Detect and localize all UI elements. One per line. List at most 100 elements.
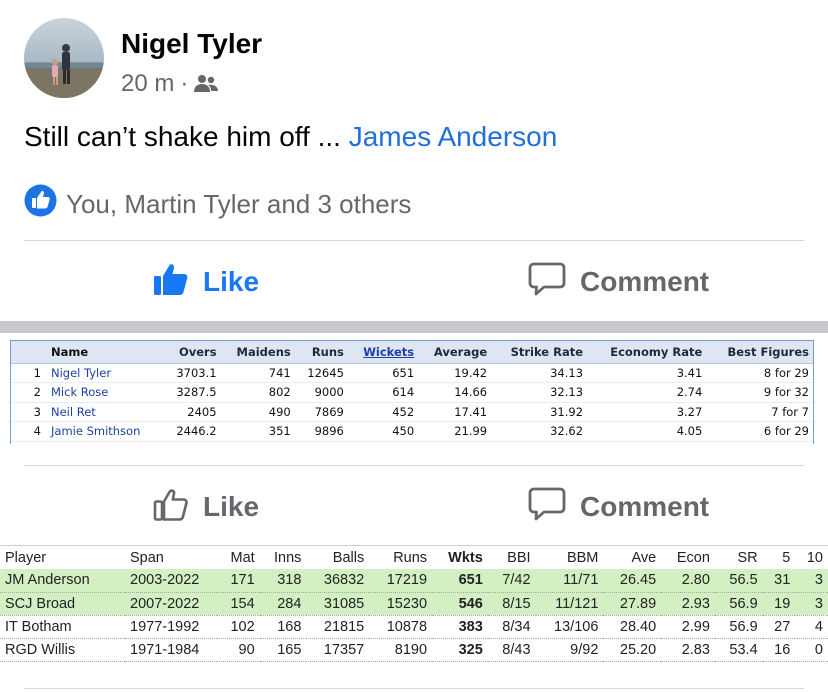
- cell-10w: 0: [795, 638, 828, 662]
- reactions-text[interactable]: You, Martin Tyler and 3 others: [66, 189, 411, 220]
- col-name: Name: [11, 341, 164, 364]
- cell-economy: 3.41: [587, 363, 707, 383]
- table-row: 3 Neil Ret 2405 490 7869 452 17.41 31.92…: [11, 402, 813, 422]
- post-text: Still can’t shake him off ... James Ande…: [24, 121, 557, 153]
- comment-button[interactable]: Comment: [528, 479, 709, 535]
- cell-best: 6 for 29: [706, 421, 813, 442]
- like-button[interactable]: Like: [153, 479, 259, 535]
- cell-runs: 17219: [369, 569, 433, 593]
- cell-rank: 1: [11, 363, 47, 383]
- meta-separator: ·: [180, 70, 189, 97]
- comment-button[interactable]: Comment: [528, 254, 709, 310]
- friends-icon: [194, 74, 219, 94]
- cell-mat: 154: [217, 592, 260, 616]
- cell-mat: 171: [217, 569, 260, 593]
- cell-overs: 2446.2: [163, 421, 221, 442]
- cell-runs: 9000: [294, 382, 348, 403]
- cell-economy: 4.05: [587, 421, 707, 442]
- post-actions-secondary: Like Comment: [0, 479, 828, 535]
- cell-wickets: 452: [347, 402, 419, 422]
- col-span: Span: [130, 549, 164, 566]
- cell-span: 1977-1992: [125, 615, 217, 639]
- post-header: Nigel Tyler 20 m ·: [24, 18, 804, 98]
- bowling-stats-table-2: Player Span Mat Inns Balls Runs Wkts BBI…: [0, 545, 828, 675]
- col-economy-rate: Economy Rate: [587, 341, 707, 364]
- cell-sr: 56.9: [714, 615, 763, 639]
- table-header-row: Name Overs Maidens Runs Wickets Average …: [11, 341, 813, 364]
- cell-bbm: 13/106: [535, 615, 604, 639]
- cell-balls: 21815: [306, 615, 370, 639]
- cell-wickets: 614: [347, 382, 419, 403]
- cell-player: IT Botham: [0, 615, 125, 639]
- post-actions: Like Comment: [0, 254, 828, 310]
- cell-ave: 25.20: [603, 638, 662, 662]
- cell-runs: 9896: [294, 421, 348, 442]
- cell-player: Nigel Tyler: [47, 363, 164, 383]
- reactions-summary[interactable]: You, Martin Tyler and 3 others: [24, 184, 411, 224]
- comment-bubble-icon: [528, 486, 566, 529]
- cell-ave: 27.89: [603, 592, 662, 616]
- cell-rank: 3: [11, 402, 47, 422]
- cell-5w: 27: [762, 615, 796, 639]
- cell-bbm: 11/121: [535, 592, 604, 616]
- cell-bbi: 8/43: [487, 638, 536, 662]
- cell-wkts: 383: [432, 615, 488, 639]
- cell-mat: 90: [217, 638, 260, 662]
- col-average: Average: [418, 341, 492, 364]
- cell-econ: 2.80: [661, 569, 715, 593]
- cell-5w: 16: [762, 638, 796, 662]
- avatar[interactable]: [24, 18, 104, 98]
- post-body-text: Still can’t shake him off ...: [24, 121, 349, 152]
- cell-best: 8 for 29: [706, 363, 813, 383]
- col-mat: Mat: [230, 549, 255, 566]
- cell-balls: 31085: [306, 592, 370, 616]
- cell-runs: 8190: [369, 638, 433, 662]
- cell-overs: 3703.1: [163, 363, 221, 383]
- table-row: RGD Willis 1971-1984 90 165 17357 8190 3…: [0, 638, 828, 662]
- cell-econ: 2.99: [661, 615, 715, 639]
- col-balls: Balls: [332, 549, 365, 566]
- cell-10w: 3: [795, 592, 828, 616]
- col-5: 5: [782, 549, 791, 566]
- author-name[interactable]: Nigel Tyler: [121, 28, 262, 60]
- cell-player: SCJ Broad: [0, 592, 125, 616]
- cell-inns: 168: [259, 615, 307, 639]
- cell-5w: 31: [762, 569, 796, 593]
- cell-sr: 56.5: [714, 569, 763, 593]
- col-ave: Ave: [631, 549, 657, 566]
- cell-ave: 28.40: [603, 615, 662, 639]
- col-runs: Runs: [294, 341, 348, 364]
- col-wickets: Wickets: [347, 341, 419, 364]
- cell-10w: 3: [795, 569, 828, 593]
- cell-best: 9 for 32: [706, 382, 813, 403]
- cell-econ: 2.83: [661, 638, 715, 662]
- col-bbm: BBM: [566, 549, 599, 566]
- cell-10w: 4: [795, 615, 828, 639]
- cell-sr: 53.4: [714, 638, 763, 662]
- mention-link[interactable]: James Anderson: [349, 121, 558, 152]
- cell-player: Jamie Smithson: [47, 421, 164, 442]
- col-10: 10: [806, 549, 823, 566]
- table-header-row: Player Span Mat Inns Balls Runs Wkts BBI…: [0, 546, 828, 569]
- bowling-stats-table-1: Name Overs Maidens Runs Wickets Average …: [10, 340, 814, 444]
- comment-label: Comment: [580, 266, 710, 297]
- col-best-figures: Best Figures: [706, 341, 813, 364]
- divider: [24, 240, 804, 241]
- cell-span: 1971-1984: [125, 638, 217, 662]
- cell-wickets: 450: [347, 421, 419, 442]
- col-bbi: BBI: [507, 549, 531, 566]
- col-sr: SR: [737, 549, 758, 566]
- post-time[interactable]: 20 m: [121, 70, 174, 98]
- col-maidens: Maidens: [220, 341, 295, 364]
- table-row: JM Anderson 2003-2022 171 318 36832 1721…: [0, 569, 828, 593]
- table-row: 4 Jamie Smithson 2446.2 351 9896 450 21.…: [11, 421, 813, 442]
- cell-average: 17.41: [418, 402, 492, 422]
- cell-bbi: 8/15: [487, 592, 536, 616]
- thumbs-up-outline-icon: [153, 486, 189, 529]
- cell-best: 7 for 7: [706, 402, 813, 422]
- table-row: SCJ Broad 2007-2022 154 284 31085 15230 …: [0, 592, 828, 616]
- post-meta: 20 m ·: [121, 70, 219, 98]
- like-button[interactable]: Like: [153, 254, 259, 310]
- cell-maidens: 741: [220, 363, 295, 383]
- cell-strike-rate: 32.62: [491, 421, 588, 442]
